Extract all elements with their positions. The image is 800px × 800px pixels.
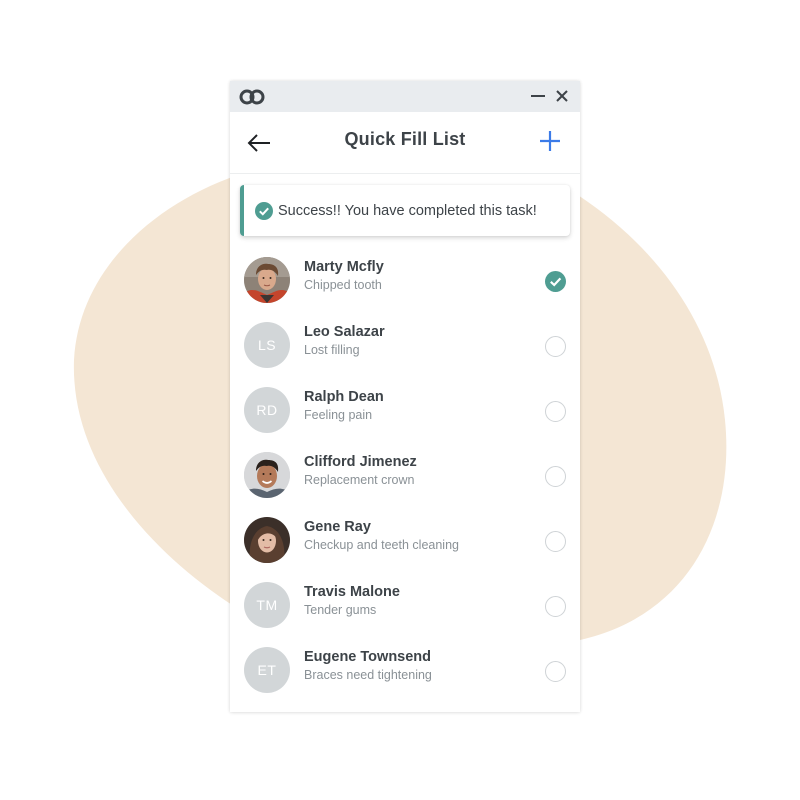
patient-name: Ralph Dean	[304, 389, 384, 405]
patient-reason: Feeling pain	[304, 408, 373, 422]
patient-list: Marty Mcfly Chipped tooth LS Leo Salazar…	[230, 249, 580, 704]
patient-name: Eugene Townsend	[304, 649, 432, 665]
minus-icon	[531, 95, 545, 97]
list-item[interactable]: TM Travis Malone Tender gums	[230, 574, 580, 639]
add-button[interactable]	[538, 129, 562, 153]
plus-icon	[540, 131, 560, 151]
avatar-photo	[244, 452, 290, 498]
patient-name: Leo Salazar	[304, 324, 385, 340]
infinity-loop-logo-icon	[239, 89, 265, 105]
check-circle-icon	[255, 201, 273, 220]
completion-checkbox[interactable]	[545, 466, 566, 487]
list-item[interactable]: LS Leo Salazar Lost filling	[230, 314, 580, 379]
list-item[interactable]: Clifford Jimenez Replacement crown	[230, 444, 580, 509]
avatar-initials: TM	[244, 582, 290, 628]
list-item[interactable]: ET Eugene Townsend Braces need tightenin…	[230, 639, 580, 704]
patient-reason: Braces need tightening	[304, 668, 432, 682]
patient-name: Clifford Jimenez	[304, 454, 417, 470]
avatar	[244, 257, 290, 303]
window-controls	[529, 87, 571, 105]
avatar-photo	[244, 257, 290, 303]
completion-checkbox[interactable]	[545, 596, 566, 617]
minimize-button[interactable]	[529, 87, 547, 105]
completion-checkbox[interactable]	[545, 401, 566, 422]
avatar	[244, 452, 290, 498]
page-header: Quick Fill List	[230, 112, 580, 174]
check-icon	[550, 277, 562, 287]
completed-checkbox[interactable]	[545, 271, 566, 292]
patient-reason: Checkup and teeth cleaning	[304, 538, 459, 552]
completion-checkbox[interactable]	[545, 661, 566, 682]
avatar-initials: LS	[244, 322, 290, 368]
toast-message: Success!! You have completed this task!	[278, 202, 537, 219]
patient-reason: Tender gums	[304, 603, 377, 617]
patient-reason: Lost filling	[304, 343, 360, 357]
completion-checkbox[interactable]	[545, 531, 566, 552]
patient-name: Marty Mcfly	[304, 259, 384, 275]
list-item[interactable]: Marty Mcfly Chipped tooth	[230, 249, 580, 314]
patient-reason: Chipped tooth	[304, 278, 382, 292]
patient-name: Gene Ray	[304, 519, 371, 535]
app-window: Quick Fill List Success!! You have compl…	[230, 81, 580, 712]
avatar	[244, 517, 290, 563]
completion-checkbox[interactable]	[545, 336, 566, 357]
avatar-initials: RD	[244, 387, 290, 433]
stage: Quick Fill List Success!! You have compl…	[0, 0, 800, 800]
patient-name: Travis Malone	[304, 584, 400, 600]
success-toast: Success!! You have completed this task!	[240, 185, 570, 236]
avatar-initials: ET	[244, 647, 290, 693]
avatar-photo	[244, 517, 290, 563]
page-title: Quick Fill List	[344, 129, 466, 149]
list-item[interactable]: Gene Ray Checkup and teeth cleaning	[230, 509, 580, 574]
close-icon	[556, 90, 568, 102]
title-bar	[230, 81, 580, 112]
patient-reason: Replacement crown	[304, 473, 415, 487]
list-item[interactable]: RD Ralph Dean Feeling pain	[230, 379, 580, 444]
close-button[interactable]	[553, 87, 571, 105]
